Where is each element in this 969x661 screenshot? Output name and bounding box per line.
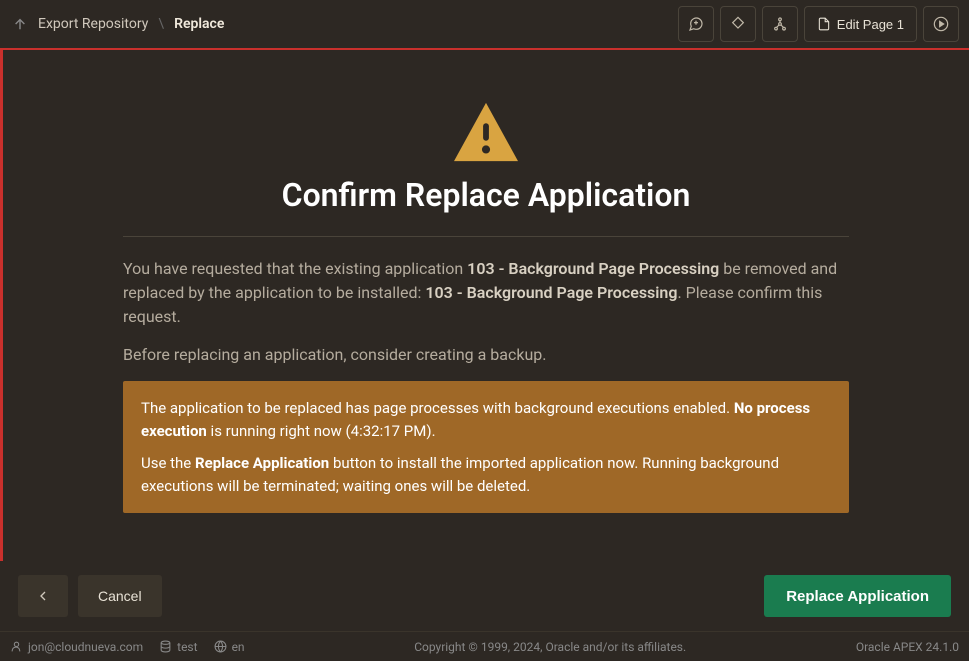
status-workspace[interactable]: test — [159, 640, 197, 654]
text: Use the — [141, 454, 195, 472]
replace-application-button[interactable]: Replace Application — [764, 575, 951, 617]
text: The application to be replaced has page … — [141, 399, 734, 417]
breadcrumb-parent[interactable]: Export Repository — [38, 16, 148, 32]
status-user[interactable]: jon@cloudnueva.com — [10, 640, 143, 654]
status-bar: jon@cloudnueva.com test en Copyright © 1… — [0, 631, 969, 661]
header-left: Export Repository \ Replace — [10, 14, 224, 34]
notice-strong-2: Replace Application — [195, 454, 329, 472]
divider — [123, 236, 849, 237]
up-arrow-icon[interactable] — [10, 14, 30, 34]
notice-p2: Use the Replace Application button to in… — [141, 452, 831, 497]
edit-page-label: Edit Page 1 — [837, 17, 904, 32]
status-version: Oracle APEX 24.1.0 — [856, 640, 959, 654]
tree-icon[interactable] — [762, 6, 798, 42]
status-workspace-label: test — [177, 640, 197, 654]
status-left: jon@cloudnueva.com test en — [10, 640, 245, 654]
status-user-label: jon@cloudnueva.com — [28, 640, 143, 654]
confirm-text-2: Before replacing an application, conside… — [123, 343, 849, 367]
notice-box: The application to be replaced has page … — [123, 381, 849, 513]
database-icon — [159, 640, 172, 653]
status-language-label: en — [232, 640, 245, 654]
breadcrumb: Export Repository \ Replace — [38, 16, 224, 32]
run-icon[interactable] — [923, 6, 959, 42]
text: is running right now (4:32:17 PM). — [207, 422, 436, 440]
status-copyright: Copyright © 1999, 2024, Oracle and/or it… — [245, 640, 856, 654]
app-name-old: 103 - Background Page Processing — [467, 259, 719, 278]
header-right: Edit Page 1 — [678, 6, 959, 42]
text: You have requested that the existing app… — [123, 259, 467, 278]
file-icon — [817, 17, 831, 31]
edit-page-button[interactable]: Edit Page 1 — [804, 6, 917, 42]
notice-p1: The application to be replaced has page … — [141, 397, 831, 442]
main-content: Confirm Replace Application You have req… — [3, 50, 969, 561]
tag-icon[interactable] — [720, 6, 756, 42]
back-button[interactable] — [18, 575, 68, 617]
chevron-left-icon — [35, 588, 51, 604]
footer-left: Cancel — [18, 575, 162, 617]
breadcrumb-separator: \ — [158, 16, 164, 32]
breadcrumb-current: Replace — [174, 16, 224, 32]
warning-hero: Confirm Replace Application — [123, 100, 849, 214]
header-bar: Export Repository \ Replace — [0, 0, 969, 50]
warning-triangle-icon — [450, 100, 522, 164]
content-wrapper: Confirm Replace Application You have req… — [0, 50, 969, 561]
chat-icon[interactable] — [678, 6, 714, 42]
user-icon — [10, 640, 23, 653]
footer-actions: Cancel Replace Application — [0, 561, 969, 631]
app-name-new: 103 - Background Page Processing — [425, 283, 677, 302]
globe-icon — [214, 640, 227, 653]
confirm-text-1: You have requested that the existing app… — [123, 257, 849, 329]
cancel-button[interactable]: Cancel — [78, 575, 162, 617]
page-title: Confirm Replace Application — [123, 176, 849, 214]
status-language[interactable]: en — [214, 640, 245, 654]
